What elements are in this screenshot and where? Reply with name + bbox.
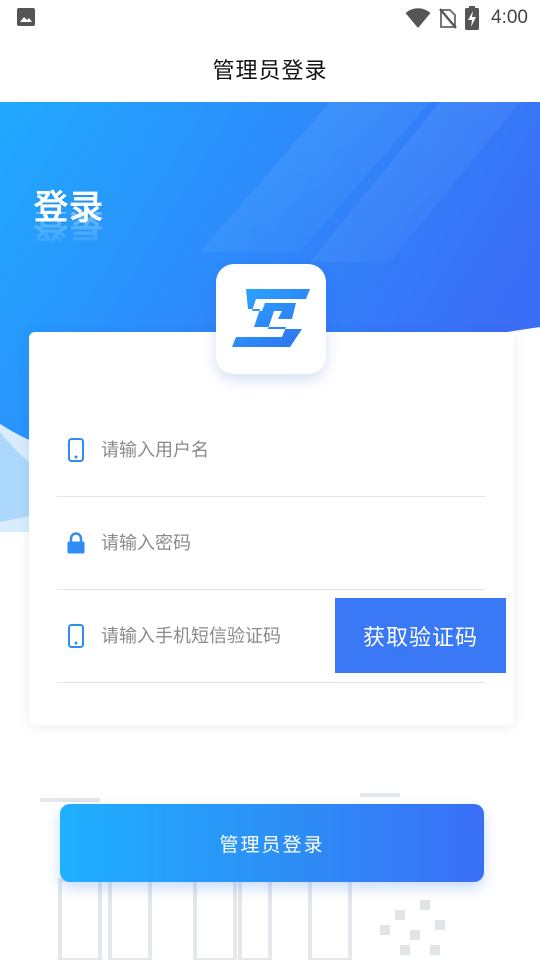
username-input[interactable] xyxy=(101,439,331,461)
logo-icon xyxy=(232,289,310,347)
lock-icon xyxy=(65,530,87,556)
battery-charging-icon xyxy=(465,6,480,30)
phone-icon xyxy=(65,437,87,463)
password-input[interactable] xyxy=(101,532,331,554)
app-logo xyxy=(216,264,326,374)
password-field xyxy=(57,497,485,590)
username-field xyxy=(57,404,485,497)
gallery-icon xyxy=(17,8,35,26)
phone-icon xyxy=(65,623,87,649)
wifi-icon xyxy=(405,8,431,28)
admin-login-button[interactable]: 管理员登录 xyxy=(60,804,484,882)
no-sim-icon xyxy=(439,8,457,29)
sms-code-input[interactable] xyxy=(101,625,331,647)
page-title: 管理员登录 xyxy=(212,59,328,84)
get-code-button[interactable]: 获取验证码 xyxy=(335,598,506,673)
title-bar: 管理员登录 xyxy=(0,36,540,102)
status-bar: 4:00 xyxy=(0,0,540,36)
hero-title-reflection: 登录 xyxy=(34,212,104,244)
clock: 4:00 xyxy=(491,7,528,28)
